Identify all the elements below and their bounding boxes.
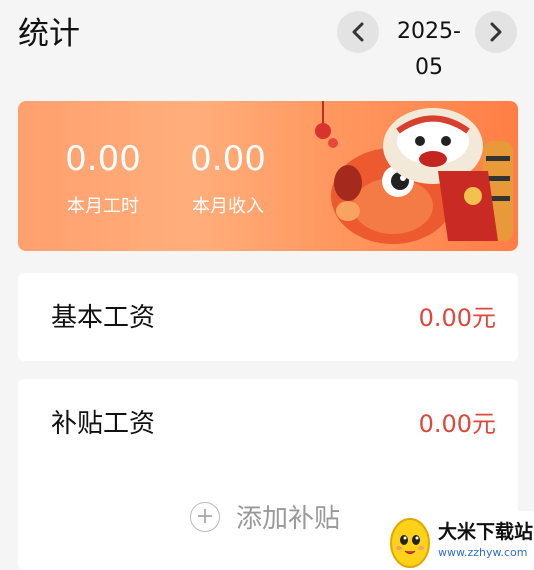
- income-value: 0.00: [190, 139, 266, 179]
- tiger-fish-illustration: [315, 101, 513, 244]
- next-month-button[interactable]: [475, 11, 517, 53]
- watermark-url: www.zzhyw.com: [438, 546, 528, 559]
- chevron-left-icon: [352, 22, 364, 42]
- plus-circle-icon: +: [190, 501, 220, 532]
- header: 统计 2025-05: [0, 0, 534, 80]
- bean-mascot-logo: [390, 518, 430, 568]
- hours-stat: 0.00 本月工时: [48, 139, 158, 219]
- basic-salary-value: 0.00元: [418, 304, 496, 332]
- watermark-title: 大米下载站: [438, 521, 534, 543]
- hours-label: 本月工时: [67, 196, 139, 217]
- hours-value: 0.00: [65, 139, 141, 179]
- basic-salary-label: 基本工资: [51, 303, 156, 333]
- add-allowance-label: 添加补贴: [236, 504, 341, 534]
- chevron-right-icon: [490, 22, 502, 42]
- summary-card: 0.00 本月工时 0.00 本月收入: [18, 101, 518, 251]
- allowance-label: 补贴工资: [51, 409, 156, 439]
- income-stat: 0.00 本月收入: [173, 139, 283, 219]
- watermark: 大米下载站 www.zzhyw.com: [382, 511, 534, 570]
- allowance-value: 0.00元: [418, 410, 496, 438]
- page-title: 统计: [18, 16, 80, 52]
- add-allowance-button[interactable]: + 添加补贴: [190, 498, 340, 535]
- basic-salary-card[interactable]: 基本工资 0.00元: [18, 273, 518, 361]
- month-label[interactable]: 2025-05: [384, 14, 474, 86]
- income-label: 本月收入: [192, 196, 264, 217]
- prev-month-button[interactable]: [337, 11, 379, 53]
